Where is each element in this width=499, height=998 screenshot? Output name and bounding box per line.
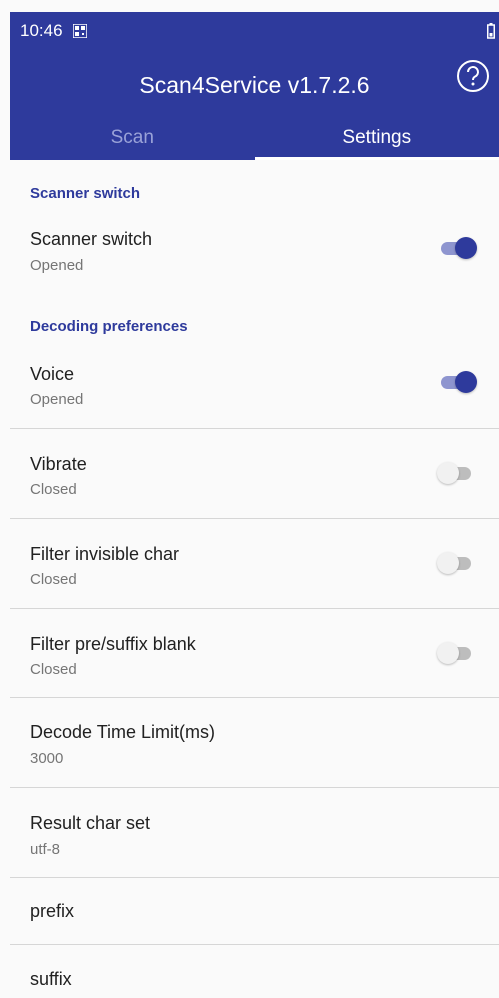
switch-thumb — [437, 462, 459, 484]
pref-scanner-switch[interactable]: Scanner switch Opened — [10, 215, 499, 325]
pref-prefix-title: prefix — [30, 901, 75, 921]
switch-thumb — [437, 642, 459, 664]
pref-voice-title: Voice — [30, 364, 75, 384]
pref-vibrate-title: Vibrate — [30, 454, 87, 474]
pref-suffix-title: suffix — [30, 969, 72, 989]
switch-thumb — [437, 552, 459, 574]
pref-decode-time-title: Decode Time Limit(ms) — [30, 722, 216, 742]
tab-scan[interactable]: Scan — [10, 116, 255, 160]
pref-prefix[interactable]: prefix — [10, 878, 499, 945]
status-time: 10:46 — [20, 21, 63, 40]
help-button[interactable] — [455, 58, 491, 94]
status-bar: 10:46 — [10, 12, 499, 50]
qr-code-icon — [71, 23, 88, 39]
pref-suffix[interactable]: suffix — [10, 945, 499, 998]
pref-vibrate-summary: Closed — [30, 481, 77, 498]
pref-result-char-set[interactable]: Result char set utf-8 — [10, 788, 499, 877]
vibrate-toggle[interactable] — [437, 462, 471, 484]
pref-charset-summary: utf-8 — [30, 841, 61, 858]
category-scanner-switch: Scanner switch — [30, 185, 141, 202]
pref-charset-title: Result char set — [30, 813, 151, 833]
category-decoding-preferences: Decoding preferences — [30, 318, 188, 335]
pref-filter-blank[interactable]: Filter pre/suffix blank Closed — [10, 609, 499, 698]
filter-invisible-toggle[interactable] — [437, 552, 471, 574]
filter-blank-toggle[interactable] — [437, 642, 471, 664]
voice-toggle[interactable] — [441, 371, 477, 393]
tab-settings[interactable]: Settings — [254, 116, 499, 160]
pref-filter-blank-summary: Closed — [30, 661, 77, 678]
pref-voice-summary: Opened — [30, 391, 84, 408]
tab-indicator — [254, 157, 499, 160]
pref-vibrate[interactable]: Vibrate Closed — [10, 429, 499, 518]
battery-icon — [487, 23, 495, 39]
pref-decode-time-summary: 3000 — [30, 750, 64, 767]
pref-voice[interactable]: Voice Opened — [10, 350, 499, 428]
scanner-switch-toggle[interactable] — [441, 237, 477, 259]
switch-thumb — [455, 237, 477, 259]
tab-bar: Scan Settings — [10, 116, 499, 160]
pref-filter-invisible-char[interactable]: Filter invisible char Closed — [10, 519, 499, 608]
pref-scanner-switch-title: Scanner switch — [30, 229, 153, 249]
pref-filter-blank-title: Filter pre/suffix blank — [30, 634, 196, 654]
pref-filter-invisible-summary: Closed — [30, 571, 77, 588]
tab-scan-label: Scan — [110, 127, 154, 148]
pref-decode-time-limit[interactable]: Decode Time Limit(ms) 3000 — [10, 698, 499, 787]
switch-thumb — [455, 371, 477, 393]
app-title: Scan4Service v1.7.2.6 — [139, 72, 370, 98]
app-header: 10:46 Scan4Service v1.7.2.6 Scan Setting… — [10, 12, 499, 160]
pref-scanner-switch-summary: Opened — [30, 257, 84, 274]
tab-settings-label: Settings — [342, 127, 412, 148]
help-icon — [457, 60, 489, 92]
pref-filter-invisible-title: Filter invisible char — [30, 544, 180, 564]
